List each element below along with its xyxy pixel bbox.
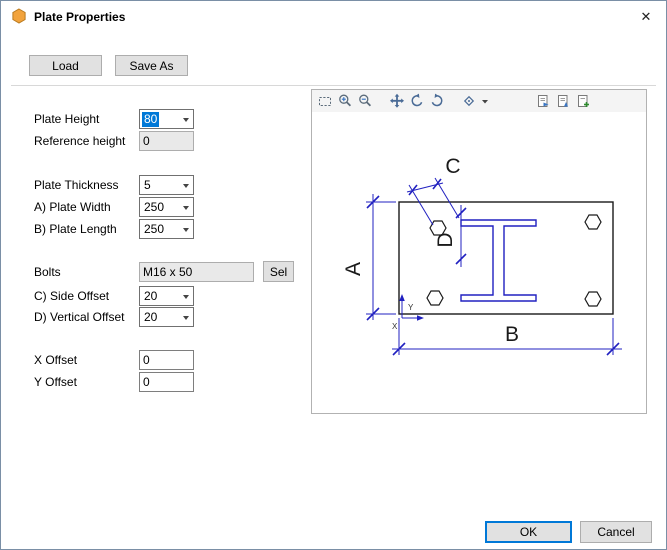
vertical-offset-combo[interactable]: 20 (139, 307, 194, 327)
x-offset-field[interactable] (139, 350, 194, 370)
side-offset-label: C) Side Offset (34, 289, 109, 303)
plate-thickness-value: 5 (142, 178, 153, 193)
title-bar: Plate Properties ✕ (1, 1, 666, 31)
side-offset-value: 20 (142, 289, 159, 304)
chevron-down-icon (183, 206, 189, 210)
y-offset-field[interactable] (139, 372, 194, 392)
preview-toolbar (312, 90, 646, 113)
chevron-down-icon (183, 295, 189, 299)
plate-length-value: 250 (142, 222, 166, 237)
save-as-button[interactable]: Save As (115, 55, 188, 76)
axis-y-label: Y (408, 303, 414, 312)
x-offset-label: X Offset (34, 353, 77, 367)
separator-line (11, 85, 656, 86)
plate-width-combo[interactable]: 250 (139, 197, 194, 217)
plate-thickness-combo[interactable]: 5 (139, 175, 194, 195)
reference-height-label: Reference height (34, 134, 125, 148)
axis-x-label: X (392, 322, 398, 331)
ok-button[interactable]: OK (485, 521, 572, 543)
zoom-window-icon[interactable] (316, 92, 334, 110)
rotate-ccw-icon[interactable] (408, 92, 426, 110)
plate-width-label: A) Plate Width (34, 200, 111, 214)
copy-view-icon[interactable] (534, 92, 552, 110)
orientation-dropdown-icon[interactable] (480, 92, 490, 110)
bolts-field[interactable] (139, 262, 254, 282)
zoom-out-icon[interactable] (356, 92, 374, 110)
axis-marker: Y X (392, 294, 424, 331)
plate-height-combo[interactable]: 80 (139, 109, 194, 129)
plate-length-label: B) Plate Length (34, 222, 117, 236)
dim-c-label: C (445, 155, 460, 178)
chevron-down-icon (183, 118, 189, 122)
window-title: Plate Properties (34, 10, 125, 24)
preview-drawing: Y X A B C D (312, 112, 646, 413)
y-offset-label: Y Offset (34, 375, 77, 389)
paste-properties-icon[interactable] (574, 92, 592, 110)
vertical-offset-value: 20 (142, 310, 159, 325)
pan-icon[interactable] (388, 92, 406, 110)
preview-canvas[interactable]: Y X A B C D (312, 112, 646, 413)
i-beam-section (461, 220, 536, 301)
dim-a-label: A (342, 262, 365, 276)
plate-outline (399, 202, 613, 314)
rotate-cw-icon[interactable] (428, 92, 446, 110)
plate-height-value: 80 (142, 112, 159, 127)
plate-height-label: Plate Height (34, 112, 99, 126)
reference-height-field[interactable] (139, 131, 194, 151)
cancel-button[interactable]: Cancel (580, 521, 652, 543)
plate-thickness-label: Plate Thickness (34, 178, 119, 192)
side-offset-combo[interactable]: 20 (139, 286, 194, 306)
plate-properties-dialog: Plate Properties ✕ Load Save As Plate He… (0, 0, 667, 550)
dimension-lines (366, 178, 622, 355)
dim-b-label: B (505, 323, 519, 346)
plate-width-value: 250 (142, 200, 166, 215)
bolts-label: Bolts (34, 265, 61, 279)
chevron-down-icon (183, 184, 189, 188)
bolt-holes (427, 215, 601, 306)
view-orientation-icon[interactable] (460, 92, 478, 110)
vertical-offset-label: D) Vertical Offset (34, 310, 124, 324)
app-icon (11, 8, 27, 24)
bolts-select-button[interactable]: Sel (263, 261, 294, 282)
copy-properties-icon[interactable] (554, 92, 572, 110)
chevron-down-icon (183, 228, 189, 232)
load-button[interactable]: Load (29, 55, 102, 76)
chevron-down-icon (183, 316, 189, 320)
close-icon[interactable]: ✕ (635, 7, 657, 27)
preview-panel: Y X A B C D (311, 89, 647, 414)
zoom-in-icon[interactable] (336, 92, 354, 110)
plate-length-combo[interactable]: 250 (139, 219, 194, 239)
dim-d-label: D (434, 232, 457, 247)
